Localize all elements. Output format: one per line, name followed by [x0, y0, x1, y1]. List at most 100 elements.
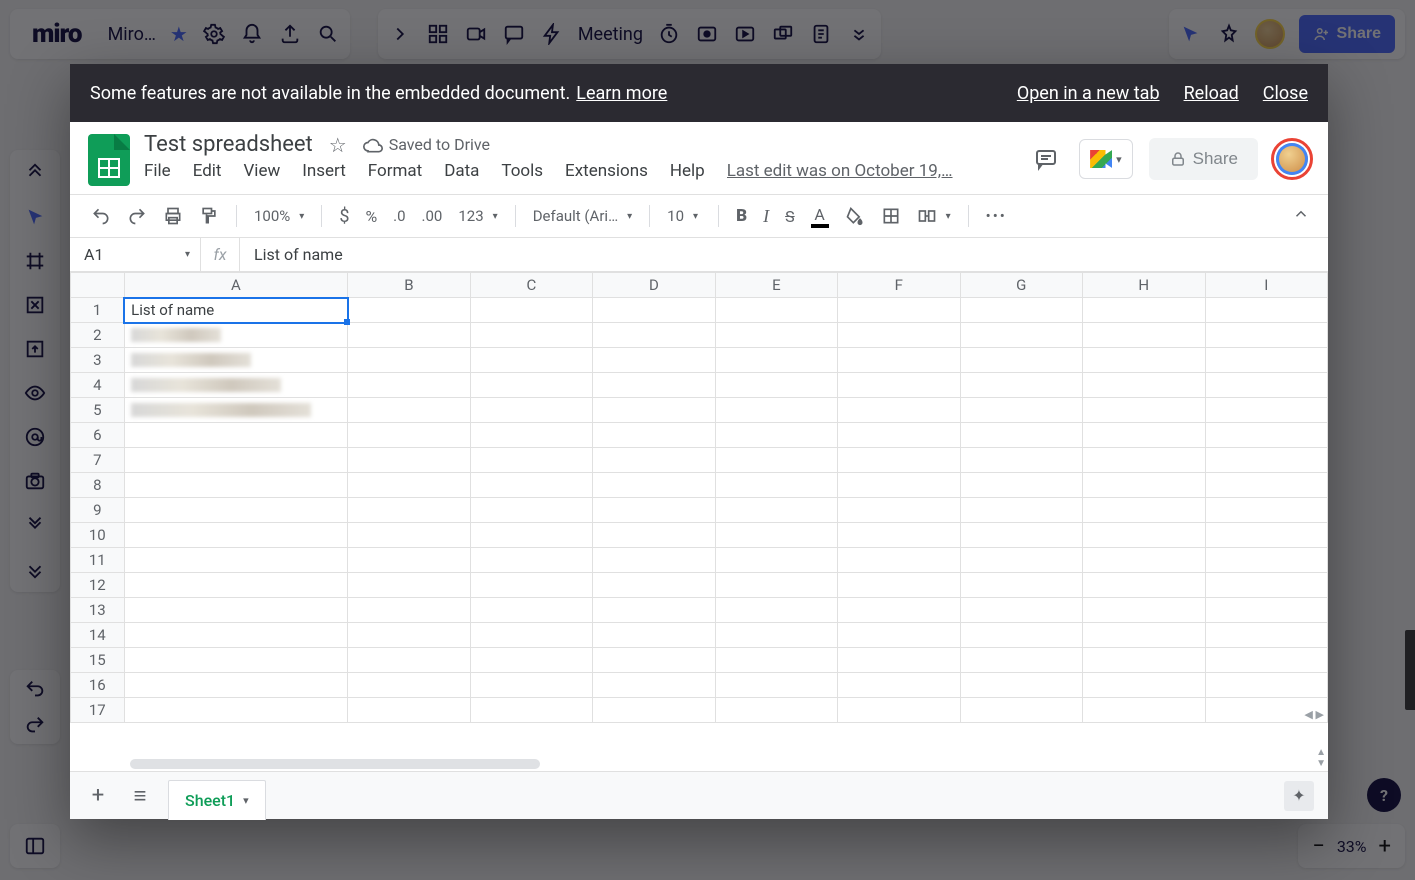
undo-button[interactable]: [88, 202, 114, 230]
row-header[interactable]: 6: [71, 423, 125, 448]
column-header[interactable]: D: [593, 273, 715, 298]
cell[interactable]: [348, 423, 470, 448]
cell[interactable]: [838, 548, 960, 573]
cell[interactable]: [124, 648, 348, 673]
cell[interactable]: [348, 648, 470, 673]
cell[interactable]: [124, 348, 348, 373]
explore-button[interactable]: ✦: [1284, 781, 1314, 811]
miro-logo[interactable]: miro: [20, 19, 94, 49]
cell[interactable]: [1205, 573, 1327, 598]
cell[interactable]: [715, 548, 837, 573]
cell[interactable]: [593, 648, 715, 673]
cell[interactable]: [1083, 498, 1206, 523]
cell[interactable]: [960, 323, 1082, 348]
miro-board-name[interactable]: Miro…: [108, 24, 156, 45]
cell[interactable]: [348, 323, 470, 348]
cell[interactable]: [715, 698, 837, 723]
menu-data[interactable]: Data: [444, 161, 479, 181]
sheet-nav-arrows[interactable]: ◀ ▶: [1304, 708, 1324, 721]
cell[interactable]: [470, 648, 592, 673]
cell[interactable]: [1083, 348, 1206, 373]
cell[interactable]: [1083, 573, 1206, 598]
cell[interactable]: [124, 623, 348, 648]
cell[interactable]: [960, 473, 1082, 498]
cell[interactable]: [348, 398, 470, 423]
cell[interactable]: [838, 523, 960, 548]
cell[interactable]: [348, 498, 470, 523]
cell[interactable]: [348, 548, 470, 573]
comments-icon[interactable]: [1029, 142, 1063, 176]
cell[interactable]: [960, 673, 1082, 698]
format-currency-button[interactable]: $: [336, 202, 352, 231]
learn-more-link[interactable]: Learn more: [576, 83, 667, 104]
increase-decimal-button[interactable]: .00: [419, 203, 446, 229]
cell[interactable]: [124, 473, 348, 498]
undo-icon[interactable]: [22, 676, 48, 702]
cell[interactable]: [838, 698, 960, 723]
cell[interactable]: [838, 623, 960, 648]
chat-icon[interactable]: [502, 22, 526, 46]
cell[interactable]: [960, 623, 1082, 648]
cell[interactable]: [470, 323, 592, 348]
collapse-up-icon[interactable]: [22, 160, 48, 186]
zoom-dropdown[interactable]: 100%: [251, 203, 307, 229]
cell[interactable]: [1083, 448, 1206, 473]
cell[interactable]: [838, 673, 960, 698]
cell[interactable]: [1083, 548, 1206, 573]
column-header[interactable]: H: [1083, 273, 1206, 298]
cell[interactable]: [715, 398, 837, 423]
merge-cells-dropdown[interactable]: [914, 202, 954, 230]
settings-icon[interactable]: [202, 22, 226, 46]
star-outline-icon[interactable]: ☆: [329, 133, 347, 157]
bell-icon[interactable]: [240, 22, 264, 46]
row-header[interactable]: 7: [71, 448, 125, 473]
mention-tool-icon[interactable]: [22, 424, 48, 450]
miro-avatar[interactable]: [1255, 19, 1285, 49]
cell[interactable]: [960, 298, 1082, 323]
record-icon[interactable]: [695, 22, 719, 46]
miro-share-button[interactable]: Share: [1299, 15, 1395, 53]
spreadsheet-grid[interactable]: A B C D E F G H I 1List of name234567891…: [70, 272, 1328, 771]
cell[interactable]: [838, 398, 960, 423]
row-header[interactable]: 2: [71, 323, 125, 348]
row-header[interactable]: 14: [71, 623, 125, 648]
cell[interactable]: [715, 298, 837, 323]
row-header[interactable]: 12: [71, 573, 125, 598]
cell[interactable]: [593, 698, 715, 723]
row-header[interactable]: 1: [71, 298, 125, 323]
cell[interactable]: [124, 323, 348, 348]
cell[interactable]: [960, 448, 1082, 473]
cell[interactable]: [838, 448, 960, 473]
menu-tools[interactable]: Tools: [501, 161, 543, 181]
cell[interactable]: [1205, 523, 1327, 548]
upload-tool-icon[interactable]: [22, 336, 48, 362]
cell[interactable]: [960, 648, 1082, 673]
column-header[interactable]: E: [715, 273, 837, 298]
close-link[interactable]: Close: [1263, 83, 1308, 104]
cell[interactable]: [1083, 673, 1206, 698]
cursor-sparkle-icon[interactable]: [1179, 22, 1203, 46]
cell[interactable]: [838, 573, 960, 598]
row-header[interactable]: 10: [71, 523, 125, 548]
select-tool-icon[interactable]: [22, 204, 48, 230]
cell[interactable]: [838, 473, 960, 498]
add-sheet-button[interactable]: +: [84, 782, 112, 810]
meeting-label[interactable]: Meeting: [578, 24, 643, 45]
cell[interactable]: [1083, 623, 1206, 648]
video-camera-icon[interactable]: [464, 22, 488, 46]
cell[interactable]: [470, 398, 592, 423]
cell[interactable]: [593, 323, 715, 348]
cell[interactable]: [593, 598, 715, 623]
redo-icon[interactable]: [22, 712, 48, 738]
format-percent-button[interactable]: %: [362, 203, 380, 230]
format-123-dropdown[interactable]: 123: [455, 203, 500, 229]
collapse-down-icon[interactable]: [22, 556, 48, 582]
more-chevrons-icon[interactable]: [847, 22, 871, 46]
sheets-share-button[interactable]: Share: [1149, 138, 1258, 180]
cell[interactable]: [1205, 448, 1327, 473]
cell[interactable]: [1205, 298, 1327, 323]
cell[interactable]: [124, 698, 348, 723]
cell[interactable]: [348, 623, 470, 648]
sheet-tab[interactable]: Sheet1: [168, 780, 266, 820]
cell[interactable]: [1205, 623, 1327, 648]
